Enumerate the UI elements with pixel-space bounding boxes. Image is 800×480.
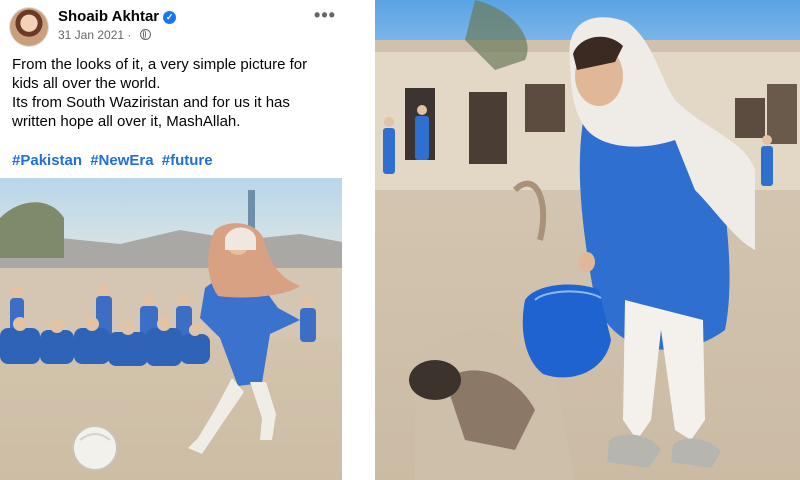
hashtag-newera[interactable]: #NewEra: [90, 152, 153, 169]
hashtag-pakistan[interactable]: #Pakistan: [12, 152, 82, 169]
post-text-line: From the looks of it, a very simple pict…: [12, 56, 308, 92]
schoolgirl-photo-illustration: [375, 0, 800, 480]
hashtags: #Pakistan #NewEra #future: [12, 152, 217, 169]
avatar[interactable]: [10, 8, 48, 46]
author-name[interactable]: Shoaib Akhtar ✓: [58, 8, 177, 25]
post-meta: 31 Jan 2021 ·: [58, 28, 151, 42]
football-photo-illustration: [0, 178, 342, 480]
post-header: Shoaib Akhtar ✓ 31 Jan 2021 · •••: [10, 6, 340, 46]
verified-badge-icon: ✓: [163, 11, 177, 24]
post-text: From the looks of it, a very simple pict…: [12, 55, 334, 131]
photo-girl-with-blue-bag[interactable]: [375, 0, 800, 480]
globe-icon[interactable]: [139, 29, 151, 40]
facebook-post: Shoaib Akhtar ✓ 31 Jan 2021 · ••• From th…: [0, 0, 345, 480]
author-name-text[interactable]: Shoaib Akhtar: [58, 8, 159, 25]
hashtag-future[interactable]: #future: [162, 152, 213, 169]
post-text-line: Its from South Waziristan and for us it …: [12, 94, 290, 130]
photo-girl-kicking-football[interactable]: [0, 178, 342, 480]
more-options-icon[interactable]: •••: [310, 6, 340, 28]
post-meta-separator: ·: [127, 28, 135, 42]
post-date[interactable]: 31 Jan 2021: [58, 28, 124, 42]
